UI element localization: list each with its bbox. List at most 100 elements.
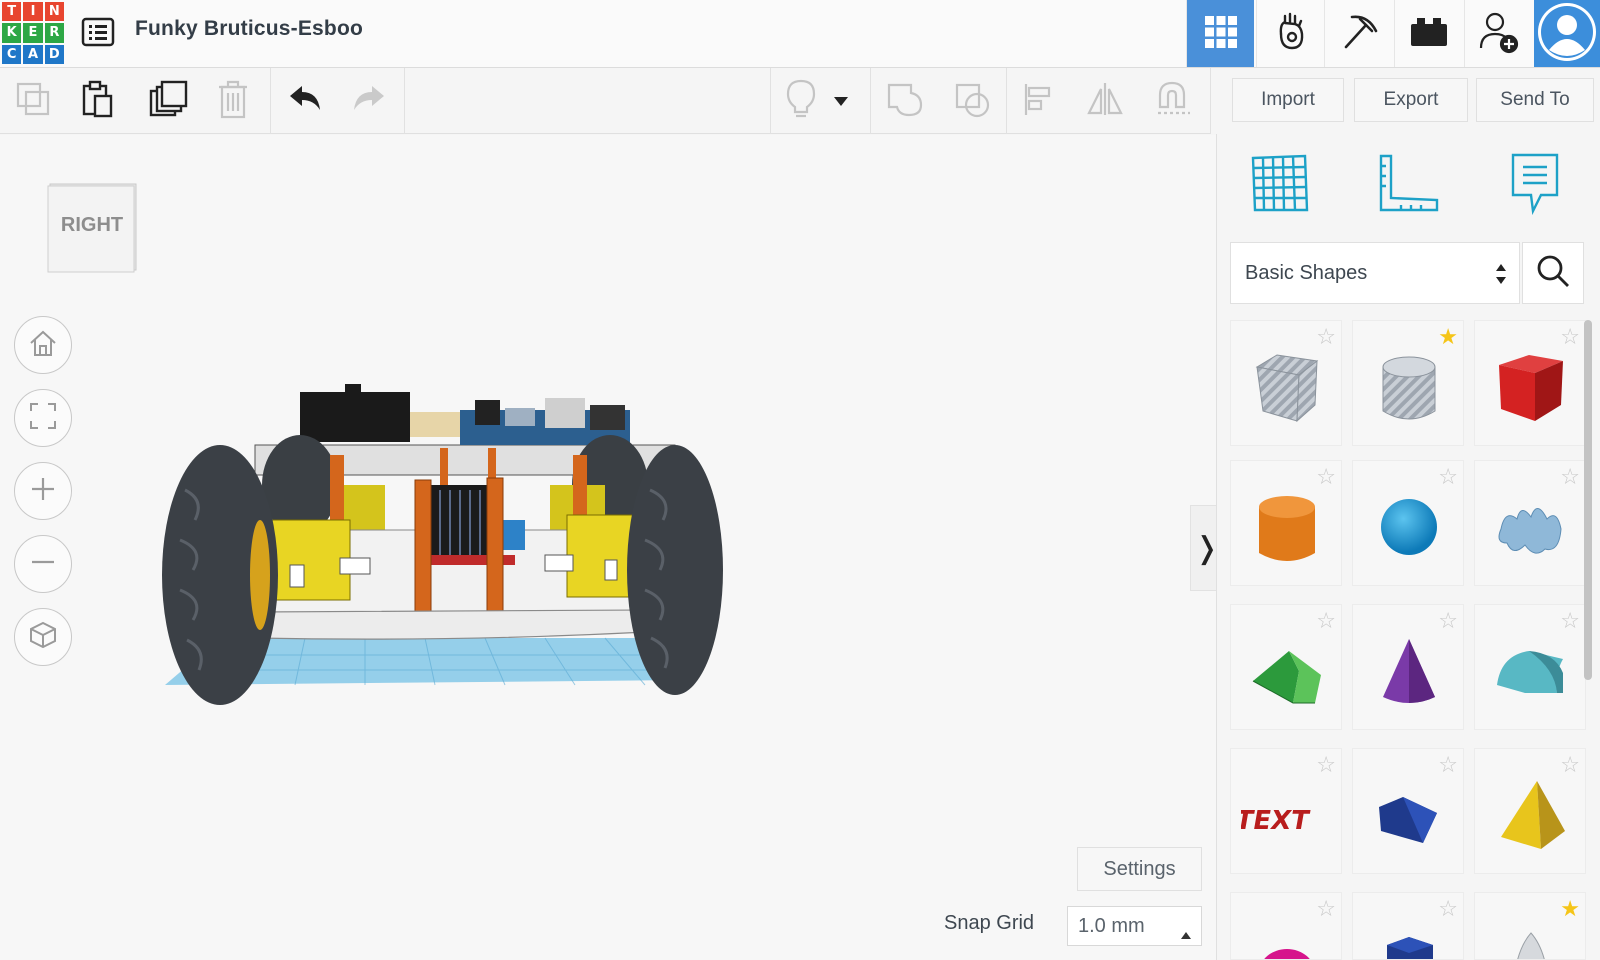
- shape-tile-sphere[interactable]: ☆: [1352, 460, 1464, 586]
- group-button[interactable]: [882, 78, 928, 124]
- paste-icon: [79, 80, 117, 122]
- project-title[interactable]: Funky Bruticus-Esboo: [135, 17, 363, 41]
- shapes-scrollbar[interactable]: [1584, 320, 1592, 680]
- send-to-button[interactable]: Send To: [1476, 78, 1594, 122]
- align-icon: [1021, 81, 1057, 121]
- 3d-model-robot-car[interactable]: [125, 380, 745, 730]
- logo-letter: T: [2, 2, 22, 22]
- sort-arrows-icon: [1495, 263, 1507, 291]
- trash-icon: [215, 79, 251, 123]
- snap-grid-label: Snap Grid: [944, 912, 1035, 934]
- shape-tile-polygon[interactable]: ☆: [1352, 892, 1464, 960]
- shape-tile-round-roof[interactable]: ☆: [1474, 604, 1586, 730]
- search-icon: [1536, 254, 1570, 292]
- settings-button[interactable]: Settings: [1077, 847, 1202, 891]
- mirror-icon: [1085, 81, 1125, 121]
- shape-tile-cylinder-hole[interactable]: ★: [1352, 320, 1464, 446]
- avatar-icon: [1537, 2, 1597, 66]
- logo-letter: C: [2, 44, 22, 64]
- shape-tile-cylinder[interactable]: ☆: [1230, 460, 1342, 586]
- home-view-button[interactable]: [14, 316, 72, 374]
- snap-grid-value: 1.0 mm: [1078, 914, 1145, 937]
- shape-tile-paraboloid[interactable]: ★: [1474, 892, 1586, 960]
- logo-letter: K: [2, 23, 22, 43]
- ungroup-button[interactable]: [950, 78, 996, 124]
- cruise-button[interactable]: [1150, 78, 1196, 124]
- shape-tile-half-sphere[interactable]: ☆: [1230, 892, 1342, 960]
- ruler-tool-button[interactable]: [1376, 150, 1442, 220]
- workplane-tool-button[interactable]: [1246, 150, 1312, 220]
- pickaxe-icon: [1338, 11, 1380, 57]
- blocks-view-button[interactable]: [1256, 0, 1324, 67]
- 3d-design-view-button[interactable]: [1186, 0, 1254, 67]
- home-icon: [28, 328, 58, 362]
- logo-letter: E: [23, 23, 43, 43]
- perspective-toggle-button[interactable]: [14, 608, 72, 666]
- shape-category-select[interactable]: Basic Shapes: [1230, 242, 1520, 304]
- lightbulb-icon: [784, 78, 818, 124]
- snap-grid-select[interactable]: 1.0 mm: [1067, 906, 1202, 946]
- minus-icon: [29, 548, 57, 580]
- duplicate-button[interactable]: [145, 78, 191, 124]
- add-user-icon: [1477, 10, 1521, 58]
- import-button[interactable]: Import: [1232, 78, 1344, 122]
- group-icon: [885, 79, 925, 123]
- logo-letter: N: [44, 2, 64, 22]
- shape-tile-box-hole[interactable]: ☆: [1230, 320, 1342, 446]
- delete-button[interactable]: [210, 78, 256, 124]
- tinkercad-logo[interactable]: T I N K E R C A D: [2, 2, 64, 64]
- ungroup-icon: [953, 79, 993, 123]
- fit-icon: [28, 401, 58, 435]
- redo-icon: [350, 84, 388, 118]
- caret-up-icon: [1181, 922, 1191, 945]
- shape-tile-box[interactable]: ☆: [1474, 320, 1586, 446]
- logo-letter: I: [23, 2, 43, 22]
- logo-letter: D: [44, 44, 64, 64]
- top-bar: T I N K E R C A D Funky Bruticus-Esboo: [0, 0, 1600, 68]
- undo-icon: [286, 84, 324, 118]
- design-list-icon[interactable]: [80, 14, 116, 50]
- sim-lab-view-button[interactable]: [1394, 0, 1462, 67]
- plus-icon: [29, 475, 57, 507]
- align-button[interactable]: [1016, 78, 1062, 124]
- hints-dropdown-button[interactable]: [826, 78, 856, 124]
- shape-tile-text[interactable]: ☆ TEXT: [1230, 748, 1342, 874]
- bricks-view-button[interactable]: [1324, 0, 1392, 67]
- zoom-in-button[interactable]: [14, 462, 72, 520]
- invite-user-button[interactable]: [1464, 0, 1532, 67]
- cube-icon: [28, 620, 58, 654]
- notes-icon: [1509, 151, 1561, 219]
- export-button[interactable]: Export: [1354, 78, 1468, 122]
- svg-text:TEXT: TEXT: [1241, 806, 1311, 836]
- paste-button[interactable]: [75, 78, 121, 124]
- view-cube[interactable]: RIGHT: [46, 182, 138, 276]
- show-all-hints-button[interactable]: [778, 78, 824, 124]
- mirror-button[interactable]: [1082, 78, 1128, 124]
- copy-icon: [14, 80, 52, 122]
- fit-view-button[interactable]: [14, 389, 72, 447]
- ruler-icon: [1377, 152, 1441, 218]
- logo-letter: R: [44, 23, 64, 43]
- redo-button[interactable]: [346, 78, 392, 124]
- shape-category-value: Basic Shapes: [1245, 261, 1368, 284]
- shape-tile-pyramid[interactable]: ☆: [1474, 748, 1586, 874]
- user-avatar-button[interactable]: [1534, 0, 1600, 67]
- caret-down-icon: [834, 92, 848, 111]
- hand-icon: [1271, 12, 1311, 56]
- edit-toolbar: [0, 68, 1211, 134]
- shape-tile-scribble[interactable]: ☆: [1474, 460, 1586, 586]
- shape-tile-roof[interactable]: ☆: [1230, 604, 1342, 730]
- copy-button[interactable]: [10, 78, 56, 124]
- duplicate-icon: [148, 79, 188, 123]
- zoom-out-button[interactable]: [14, 535, 72, 593]
- briefcase-icon: [1409, 14, 1449, 54]
- grid-icon: [1203, 14, 1239, 54]
- notes-tool-button[interactable]: [1502, 150, 1568, 220]
- shape-search-button[interactable]: [1522, 242, 1584, 304]
- undo-button[interactable]: [282, 78, 328, 124]
- shape-tile-cone[interactable]: ☆: [1352, 604, 1464, 730]
- view-cube-face-label: RIGHT: [60, 214, 124, 236]
- shape-tile-wedge[interactable]: ☆: [1352, 748, 1464, 874]
- workplane-grid-icon: [1249, 152, 1309, 218]
- magnet-icon: [1152, 79, 1194, 123]
